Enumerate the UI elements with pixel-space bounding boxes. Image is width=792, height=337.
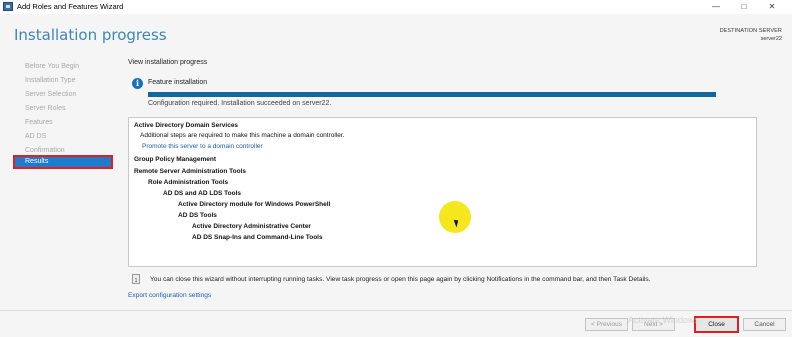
sidebar-item-ad-ds: AD DS [25, 133, 47, 140]
sidebar-item-server-selection: Server Selection [25, 91, 77, 98]
result-item: AD DS Snap-Ins and Command-Line Tools [192, 234, 323, 241]
result-item: Active Directory Administrative Center [192, 223, 311, 230]
result-item: Remote Server Administration Tools [134, 168, 246, 175]
destination-server-name: server22 [760, 36, 782, 42]
result-item: Additional steps are required to make th… [140, 132, 345, 139]
sidebar-item-before-you-begin: Before You Begin [25, 63, 80, 70]
feature-installation-label: Feature installation [148, 79, 208, 86]
progress-bar [148, 92, 716, 97]
result-item: AD DS Tools [178, 212, 217, 219]
note-icon: 1 [132, 274, 140, 284]
sidebar-item-confirmation: Confirmation [25, 147, 65, 154]
view-progress-heading: View installation progress [128, 59, 208, 66]
minimize-button[interactable]: — [702, 0, 730, 14]
activate-windows-watermark: Activate Windows [628, 315, 700, 325]
export-configuration-link[interactable]: Export configuration settings [128, 292, 211, 299]
cancel-button[interactable]: Cancel [743, 318, 786, 331]
promote-dc-link[interactable]: Promote this server to a domain controll… [142, 143, 263, 150]
destination-server-label: DESTINATION SERVER [719, 28, 782, 34]
cursor-highlight [439, 201, 471, 233]
server-manager-icon [3, 2, 13, 11]
results-list: Active Directory Domain Services Additio… [128, 117, 757, 267]
info-icon: i [132, 78, 143, 89]
close-window-button[interactable]: ✕ [758, 0, 786, 14]
result-item: AD DS and AD LDS Tools [163, 190, 241, 197]
previous-button[interactable]: < Previous [585, 318, 628, 331]
sidebar-item-results[interactable]: Results [13, 155, 113, 169]
window-titlebar: Add Roles and Features Wizard — □ ✕ [0, 0, 792, 14]
main-panel: View installation progress i Feature ins… [124, 54, 792, 310]
close-button[interactable]: Close [694, 316, 739, 333]
maximize-button[interactable]: □ [730, 0, 758, 14]
status-message: Configuration required. Installation suc… [148, 100, 332, 107]
sidebar-item-features: Features [25, 119, 53, 126]
result-item: Group Policy Management [134, 156, 216, 163]
window-title: Add Roles and Features Wizard [17, 2, 124, 11]
result-item: Active Directory Domain Services [134, 122, 239, 129]
result-item: Role Administration Tools [148, 179, 229, 186]
sidebar-item-label: Results [25, 158, 49, 165]
sidebar-item-server-roles: Server Roles [25, 105, 66, 112]
close-wizard-note: You can close this wizard without interr… [150, 276, 651, 283]
wizard-header: Installation progress DESTINATION SERVER… [0, 14, 792, 54]
wizard-sidebar: Before You Begin Installation Type Serve… [0, 54, 124, 310]
result-item: Active Directory module for Windows Powe… [178, 201, 331, 208]
page-title: Installation progress [14, 26, 167, 44]
sidebar-item-installation-type: Installation Type [25, 77, 76, 84]
progress-fill [148, 92, 716, 97]
